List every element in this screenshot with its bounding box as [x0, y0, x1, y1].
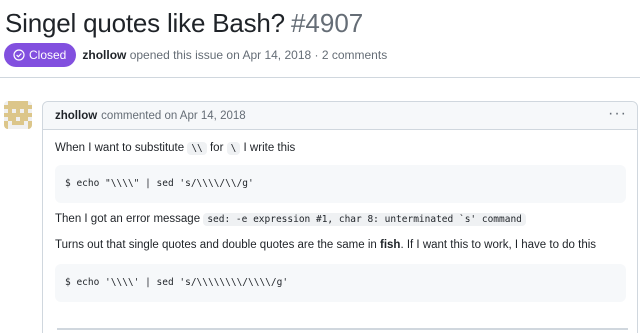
issue-number: #4907: [290, 8, 364, 38]
issue-title-row: Singel quotes like Bash? #4907: [5, 8, 363, 39]
issue-author-link[interactable]: zhollow: [82, 48, 126, 62]
bold-text: fish: [380, 239, 401, 251]
issue-meta: Closed zhollow opened this issue on Apr …: [4, 43, 387, 67]
inline-code: sed: -e expression #1, char 8: untermina…: [203, 213, 526, 226]
paragraph-text: . If I want this to work, I have to do t…: [400, 239, 597, 251]
paragraph-text: Then I got an error message: [55, 213, 201, 225]
paragraph-text: I write this: [243, 142, 296, 154]
comment-paragraph-3: Turns out that single quotes and double …: [55, 239, 596, 251]
code-block: $ echo '\\\\' | sed 's/\\\\\\\\/\\\\/g': [55, 264, 626, 302]
inline-code: \: [226, 142, 241, 155]
comment-separator: [57, 328, 628, 330]
state-badge: Closed: [4, 43, 77, 67]
comment-paragraph-1: When I want to substitute \\ for \ I wri…: [55, 142, 296, 155]
paragraph-text: for: [209, 142, 224, 154]
comment-timestamp[interactable]: commented on Apr 14, 2018: [101, 110, 246, 122]
paragraph-text: Turns out that single quotes and double …: [55, 239, 377, 251]
issue-opened-text: opened this issue on Apr 14, 2018 · 2 co…: [129, 48, 388, 62]
header-divider: [0, 77, 640, 78]
paragraph-text: When I want to substitute: [55, 142, 185, 154]
issue-title: Singel quotes like Bash?: [5, 8, 285, 38]
state-label: Closed: [29, 48, 67, 62]
comment-paragraph-2: Then I got an error message sed: -e expr…: [55, 213, 526, 226]
issue-opened-info: zhollow opened this issue on Apr 14, 201…: [82, 48, 387, 62]
comment-box: zhollow commented on Apr 14, 2018 ··· Wh…: [42, 101, 638, 333]
comment-author-link[interactable]: zhollow: [55, 110, 97, 122]
closed-check-icon: [13, 49, 25, 61]
avatar[interactable]: [4, 101, 32, 129]
code-block: $ echo "\\\\" | sed 's/\\\\/\\/g': [55, 165, 626, 203]
comment-header: zhollow commented on Apr 14, 2018: [43, 102, 637, 130]
inline-code: \\: [187, 142, 207, 155]
kebab-horizontal-icon[interactable]: ···: [608, 106, 627, 122]
